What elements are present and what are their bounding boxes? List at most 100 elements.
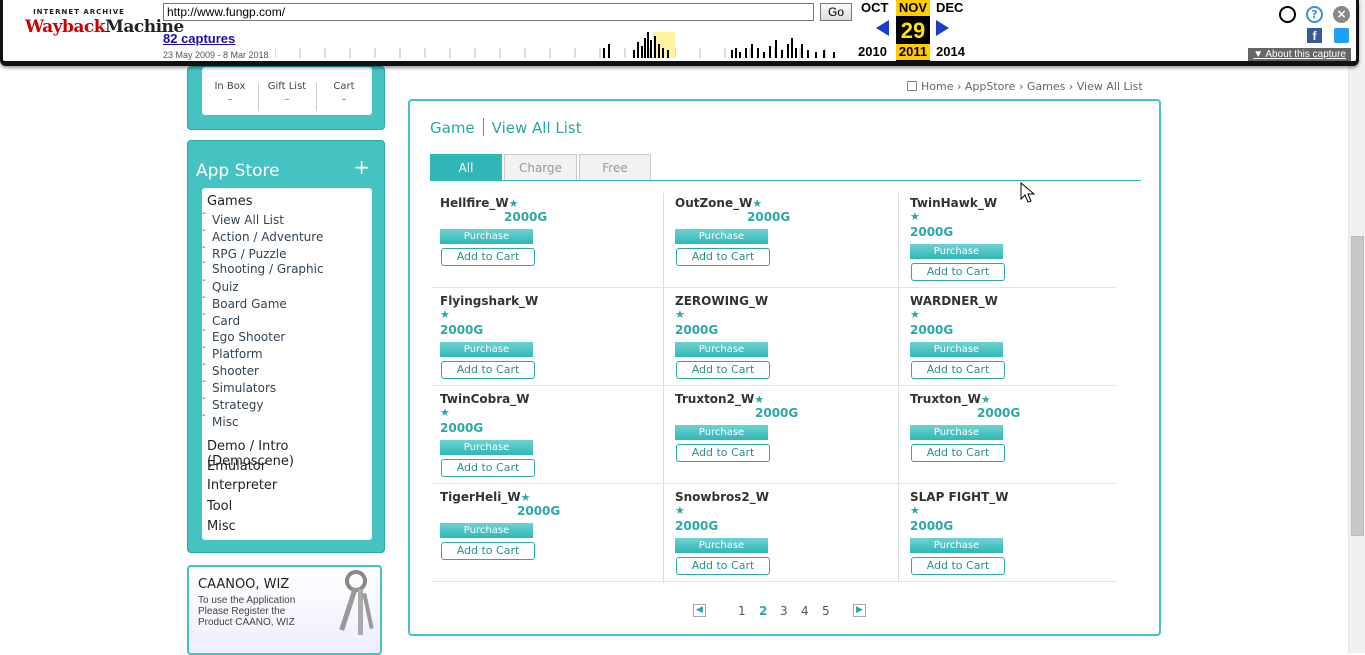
add-to-cart-button[interactable]: Add to Cart (911, 444, 1005, 462)
captures-link[interactable]: 82 captures (163, 31, 235, 46)
purchase-button[interactable]: Purchase (910, 425, 1003, 440)
subcategory-item[interactable]: RPG / Puzzle (202, 242, 286, 261)
mouse-cursor-icon (1020, 182, 1036, 203)
wayback-logo[interactable]: INTERNET ARCHIVE WaybackMachine (25, 8, 184, 48)
add-to-cart-button[interactable]: Add to Cart (676, 557, 770, 575)
purchase-button[interactable]: Purchase (440, 523, 533, 538)
tab-underline (430, 180, 1141, 181)
breadcrumb-home[interactable]: Home (921, 80, 953, 93)
add-to-cart-button[interactable]: Add to Cart (676, 361, 770, 379)
game-item: Hellfire_W★ 2000G Purchase Add to Cart (430, 196, 655, 294)
category-games[interactable]: Games (207, 194, 252, 209)
next-arrow-icon[interactable] (936, 20, 949, 36)
subcategory-item[interactable]: Strategy (202, 393, 264, 412)
tab-all[interactable]: All (430, 154, 502, 181)
page-link[interactable]: 5 (822, 604, 830, 618)
category-item[interactable]: Emulator (207, 459, 266, 474)
tab-free[interactable]: Free (579, 154, 651, 181)
purchase-button[interactable]: Purchase (440, 440, 533, 455)
giftlist-stat[interactable]: Gift List – (259, 81, 315, 105)
next-page-icon[interactable]: ▶ (853, 604, 866, 617)
add-to-cart-button[interactable]: Add to Cart (441, 459, 535, 477)
close-icon[interactable]: × (1333, 6, 1350, 23)
prev-year[interactable]: 2010 (858, 44, 887, 59)
twitter-icon[interactable] (1334, 28, 1349, 43)
help-icon[interactable]: ? (1306, 6, 1323, 23)
category-item[interactable]: Interpreter (207, 478, 277, 493)
prev-page-icon[interactable]: ◀ (693, 604, 706, 617)
purchase-button[interactable]: Purchase (440, 229, 533, 244)
purchase-button[interactable]: Purchase (675, 425, 768, 440)
appstore-title: App Store (196, 161, 280, 181)
add-to-cart-button[interactable]: Add to Cart (676, 444, 770, 462)
url-input[interactable] (163, 3, 814, 21)
home-icon[interactable] (907, 81, 917, 91)
next-month[interactable]: DEC (936, 0, 963, 15)
category-item[interactable]: Tool (207, 499, 232, 514)
subcategory-item[interactable]: Misc (202, 410, 238, 429)
game-item: Flyingshark_W ★ 2000G Purchase Add to Ca… (430, 294, 655, 392)
purchase-button[interactable]: Purchase (675, 229, 768, 244)
add-to-cart-button[interactable]: Add to Cart (441, 248, 535, 266)
game-item: Truxton2_W★ 2000G Purchase Add to Cart (665, 392, 890, 490)
game-item: OutZone_W★ 2000G Purchase Add to Cart (665, 196, 890, 294)
page-link[interactable]: 4 (801, 604, 809, 618)
inbox-stat[interactable]: In Box – (202, 81, 258, 105)
cart-stat[interactable]: Cart – (316, 81, 372, 105)
add-to-cart-button[interactable]: Add to Cart (911, 557, 1005, 575)
purchase-button[interactable]: Purchase (675, 538, 768, 553)
game-item: TwinCobra_W ★ 2000G Purchase Add to Cart (430, 392, 655, 490)
subcategory-item[interactable]: View All List (202, 208, 284, 227)
caanoo-promo[interactable]: CAANOO, WIZ To use the Application Please… (187, 565, 382, 655)
breadcrumb-games[interactable]: Games (1027, 80, 1065, 93)
scrollbar-thumb[interactable] (1351, 236, 1364, 536)
subcategory-item[interactable]: Shooter (202, 359, 259, 378)
subcategory-item[interactable]: Simulators (202, 376, 276, 395)
page-link[interactable]: 1 (738, 604, 746, 618)
purchase-button[interactable]: Purchase (910, 342, 1003, 357)
subcategory-item[interactable]: Shooting / Graphic (202, 257, 324, 276)
expand-plus-icon[interactable]: + (353, 155, 370, 179)
subcategory-item[interactable]: Platform (202, 342, 263, 361)
star-icon: ★ (675, 308, 685, 321)
add-to-cart-button[interactable]: Add to Cart (911, 361, 1005, 379)
page-scrollbar[interactable] (1348, 0, 1365, 653)
wayback-toolbar: INTERNET ARCHIVE WaybackMachine Go 82 ca… (0, 0, 1359, 66)
star-icon: ★ (754, 393, 765, 406)
subcategory-item[interactable]: Action / Adventure (202, 225, 323, 244)
appstore-panel: App Store + Games View All List Action /… (187, 140, 385, 553)
capture-histogram[interactable] (275, 30, 845, 58)
star-icon: ★ (675, 504, 685, 517)
add-to-cart-button[interactable]: Add to Cart (441, 361, 535, 379)
purchase-button[interactable]: Purchase (910, 244, 1003, 259)
category-list: Games View All List Action / Adventure R… (202, 188, 372, 540)
purchase-button[interactable]: Purchase (910, 538, 1003, 553)
purchase-button[interactable]: Purchase (675, 342, 768, 357)
page-link-current[interactable]: 2 (759, 604, 767, 618)
page-link[interactable]: 3 (780, 604, 788, 618)
prev-month[interactable]: OCT (861, 0, 888, 15)
facebook-icon[interactable]: f (1307, 28, 1322, 43)
user-icon[interactable] (1279, 6, 1296, 23)
prev-arrow-icon[interactable] (876, 20, 889, 36)
subcategory-item[interactable]: Card (202, 309, 240, 328)
add-to-cart-button[interactable]: Add to Cart (676, 248, 770, 266)
keys-icon (339, 570, 374, 635)
star-icon: ★ (910, 210, 920, 223)
tab-charge[interactable]: Charge (504, 154, 577, 181)
next-year[interactable]: 2014 (936, 44, 965, 59)
game-list-panel: Game View All List All Charge Free Hellfi… (408, 99, 1161, 636)
purchase-button[interactable]: Purchase (440, 342, 533, 357)
add-to-cart-button[interactable]: Add to Cart (441, 542, 535, 560)
breadcrumb-appstore[interactable]: AppStore (965, 80, 1016, 93)
subcategory-item[interactable]: Ego Shooter (202, 325, 285, 344)
breadcrumb-current: View All List (1076, 80, 1143, 93)
subcategory-item[interactable]: Board Game (202, 292, 287, 311)
star-icon: ★ (440, 406, 450, 419)
game-item: TwinHawk_W ★ 2000G Purchase Add to Cart (900, 196, 1125, 294)
add-to-cart-button[interactable]: Add to Cart (911, 263, 1005, 281)
go-button[interactable]: Go (820, 3, 852, 21)
category-item[interactable]: Misc (207, 519, 236, 534)
about-capture-link[interactable]: ▼ About this capture (1248, 48, 1351, 61)
subcategory-item[interactable]: Quiz (202, 275, 239, 294)
